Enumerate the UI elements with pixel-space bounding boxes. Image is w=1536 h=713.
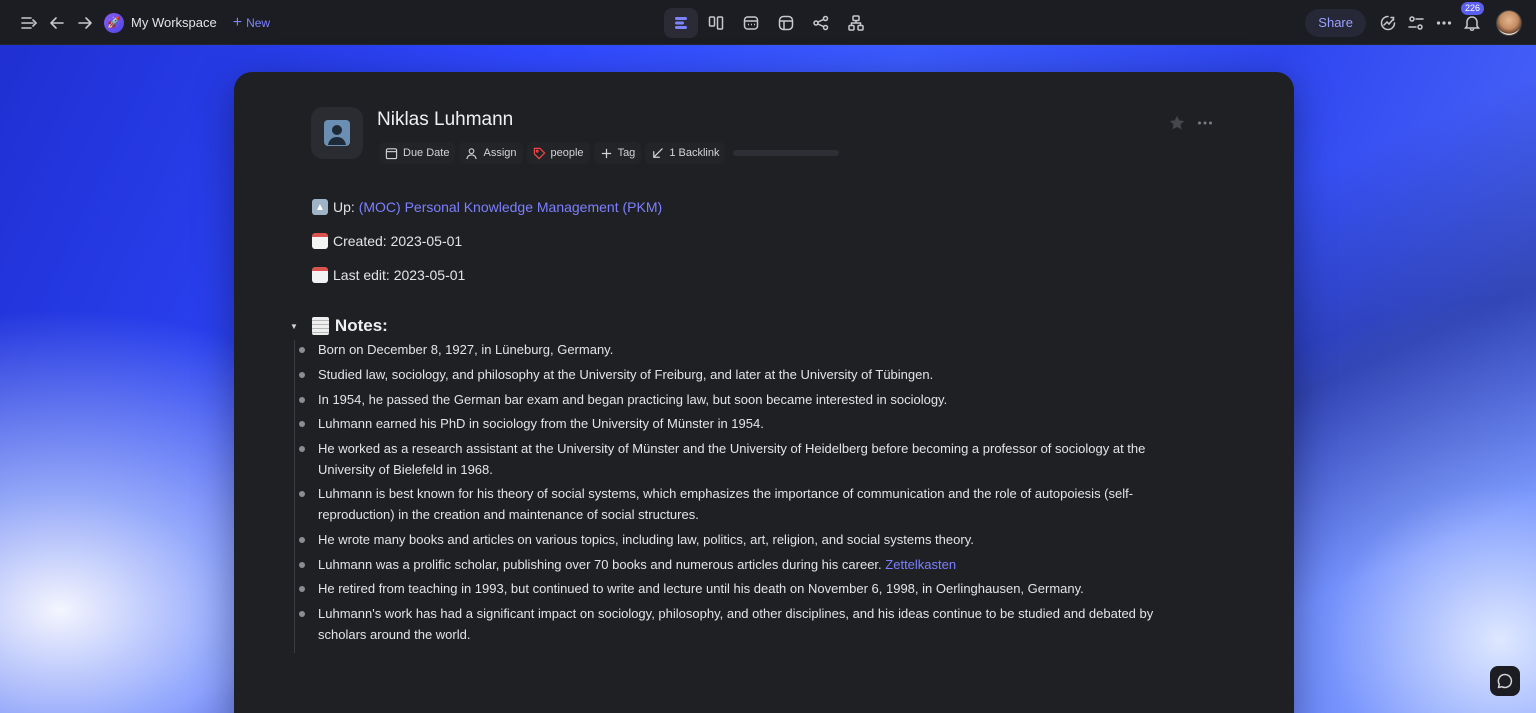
share-button[interactable]: Share — [1305, 8, 1366, 37]
up-link[interactable]: (MOC) Personal Knowledge Management (PKM… — [359, 199, 662, 215]
list-item[interactable]: Luhmann is best known for his theory of … — [299, 484, 1194, 525]
notes-heading-text[interactable]: Notes: — [335, 316, 388, 336]
add-tag-button[interactable]: Tag — [593, 142, 642, 164]
person-icon[interactable] — [311, 107, 363, 159]
view-switcher — [664, 7, 874, 39]
graph-view-icon[interactable] — [804, 8, 838, 38]
page-card: Niklas Luhmann Due Date Assign people Ta… — [234, 72, 1294, 713]
backlinks-label: 1 Backlink — [669, 147, 720, 159]
assign-property[interactable]: Assign — [459, 142, 523, 164]
tag-people[interactable]: people — [526, 142, 590, 164]
forward-arrow-icon[interactable] — [76, 14, 94, 32]
workspace-name[interactable]: My Workspace — [131, 15, 217, 30]
notes-heading: ▼ Notes: — [290, 316, 388, 336]
top-bar-left: 🚀 My Workspace + New — [20, 0, 270, 45]
plus-icon: + — [232, 13, 243, 31]
backlink-arrow-icon — [653, 147, 664, 158]
tag-people-label: people — [550, 147, 584, 159]
list-item[interactable]: Born on December 8, 1927, in Lüneburg, G… — [299, 340, 1194, 361]
settings-sliders-icon[interactable] — [1407, 14, 1425, 32]
up-label: Up: — [333, 199, 355, 215]
progress-bar — [733, 150, 840, 156]
list-item[interactable]: He worked as a research assistant at the… — [299, 439, 1194, 480]
top-bar: 🚀 My Workspace + New Share 226 — [0, 0, 1536, 45]
list-item[interactable]: Studied law, sociology, and philosophy a… — [299, 365, 1194, 386]
new-button-label: New — [246, 15, 271, 30]
add-tag-label: Tag — [617, 147, 636, 159]
new-button[interactable]: + New — [232, 13, 271, 31]
list-item-text: Luhmann was a prolific scholar, publishi… — [318, 556, 882, 572]
board-view-icon[interactable] — [699, 8, 733, 38]
card-actions — [1158, 114, 1214, 132]
notes-list: Born on December 8, 1927, in Lüneburg, G… — [294, 340, 1194, 654]
user-icon — [466, 147, 478, 159]
tag-icon — [533, 147, 545, 159]
up-arrow-icon: ▲ — [312, 199, 328, 215]
page-title[interactable]: Niklas Luhmann — [377, 109, 513, 131]
list-item[interactable]: He retired from teaching in 1993, but co… — [299, 579, 1194, 600]
plus-icon — [601, 148, 611, 158]
list-item[interactable]: Luhmann was a prolific scholar, publishi… — [299, 555, 1194, 576]
calendar-icon — [385, 147, 398, 159]
assign-label: Assign — [483, 147, 517, 159]
list-item[interactable]: In 1954, he passed the German bar exam a… — [299, 390, 1194, 411]
calendar-emoji-icon — [312, 267, 328, 283]
page-more-icon[interactable] — [1196, 114, 1214, 132]
last-edit-text: Last edit: 2023-05-01 — [333, 267, 466, 283]
more-options-icon[interactable] — [1435, 14, 1453, 32]
page-view-icon[interactable] — [664, 8, 698, 38]
property-bar: Due Date Assign people Tag 1 Backlink — [379, 142, 840, 164]
notifications-icon[interactable]: 226 — [1461, 1, 1485, 32]
sidebar-toggle-icon[interactable] — [20, 14, 38, 32]
list-item[interactable]: Luhmann's work has had a significant imp… — [299, 604, 1194, 645]
due-date-label: Due Date — [403, 147, 450, 159]
up-line: ▲ Up: (MOC) Personal Knowledge Managemen… — [312, 199, 662, 215]
workspace-logo-icon[interactable]: 🚀 — [104, 12, 124, 33]
notepad-icon — [311, 317, 329, 335]
zettelkasten-link[interactable]: Zettelkasten — [885, 557, 956, 572]
collapse-caret-icon[interactable]: ▼ — [290, 322, 298, 331]
backlinks-property[interactable]: 1 Backlink — [645, 142, 726, 164]
list-item[interactable]: Luhmann earned his PhD in sociology from… — [299, 414, 1194, 435]
created-text: Created: 2023-05-01 — [333, 233, 463, 249]
created-line: Created: 2023-05-01 — [312, 233, 462, 249]
mindmap-view-icon[interactable] — [839, 8, 873, 38]
table-view-icon[interactable] — [769, 8, 803, 38]
activity-chart-icon[interactable] — [1379, 14, 1397, 32]
chat-bubble-icon[interactable] — [1490, 666, 1520, 696]
due-date-property[interactable]: Due Date — [379, 142, 456, 164]
star-icon[interactable] — [1168, 114, 1186, 132]
top-bar-right: Share 226 — [1305, 0, 1522, 45]
list-item[interactable]: He wrote many books and articles on vari… — [299, 530, 1194, 551]
user-avatar[interactable] — [1496, 9, 1522, 36]
notification-count-badge: 226 — [1461, 1, 1485, 15]
calendar-view-icon[interactable] — [734, 8, 768, 38]
last-edit-line: Last edit: 2023-05-01 — [312, 267, 465, 283]
back-arrow-icon[interactable] — [48, 14, 66, 32]
calendar-emoji-icon — [312, 233, 328, 249]
